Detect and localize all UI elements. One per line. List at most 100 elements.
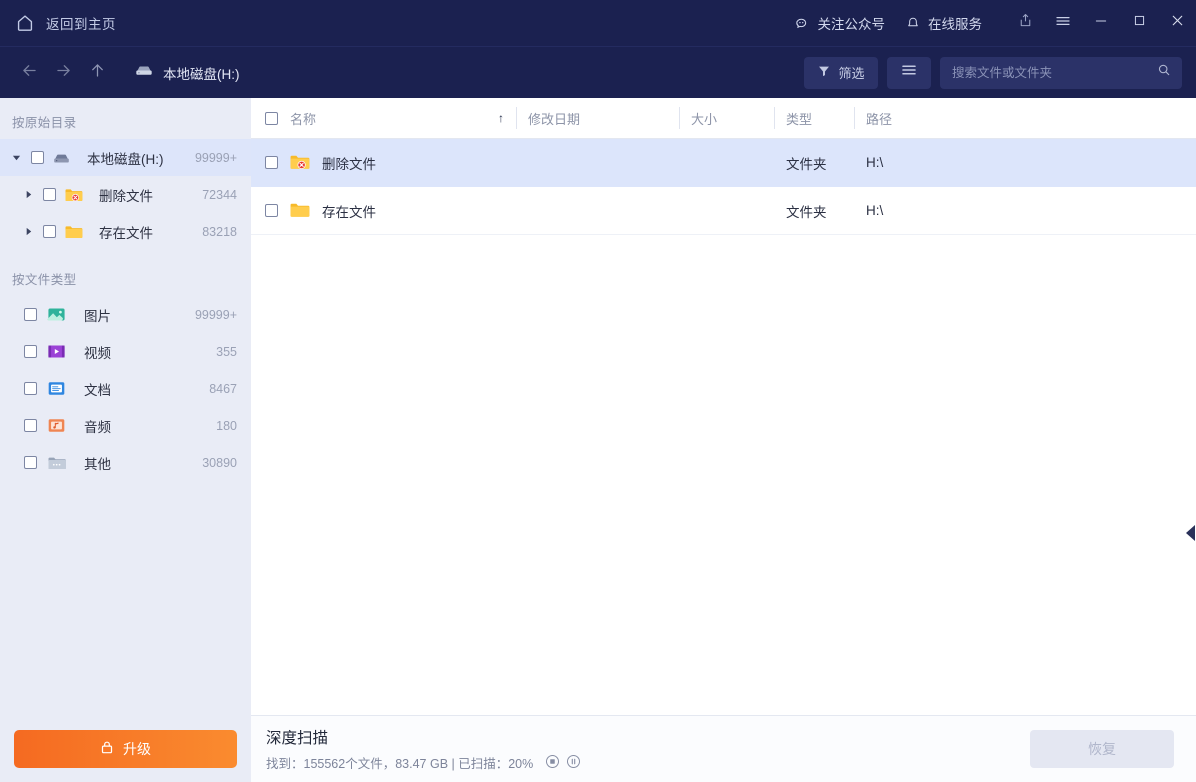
row-size-cell [679, 139, 774, 186]
folder-deleted-icon [63, 185, 83, 205]
body-area: 按原始目录 本地磁盘(H:) 99999+ 删除文件 72344 存在文件 83… [0, 98, 1196, 782]
sidebar-item-existing-files[interactable]: 存在文件 83218 [0, 213, 251, 250]
sidebar-item-label: 视频 [84, 345, 111, 361]
sidebar-checkbox-deleted-files[interactable] [43, 188, 56, 201]
navigation-arrows [0, 58, 112, 88]
scan-summary-row: 找到：155562个文件，83.47 GB | 已扫描：20% [266, 753, 581, 772]
sidebar-item-count: 8467 [209, 381, 237, 396]
arrow-left-icon [20, 61, 39, 85]
sidebar-checkbox-images[interactable] [24, 308, 37, 321]
sidebar-item-count: 355 [216, 344, 237, 359]
sidebar-item-count: 72344 [202, 187, 237, 202]
column-header-name-label: 名称 [290, 111, 317, 127]
sidebar-item-deleted-files[interactable]: 删除文件 72344 [0, 176, 251, 213]
column-header-name[interactable]: 名称 ↑ [251, 98, 516, 138]
up-button[interactable] [82, 58, 112, 88]
sidebar-item-label: 存在文件 [99, 225, 153, 241]
row-checkbox[interactable] [265, 156, 278, 169]
sidebar-checkbox-local-disk[interactable] [31, 151, 44, 164]
table-row[interactable]: 存在文件 文件夹 H:\ [251, 187, 1196, 235]
table-row[interactable]: 删除文件 文件夹 H:\ [251, 139, 1196, 187]
folder-icon [289, 200, 310, 222]
sidebar-item-videos[interactable]: 视频 355 [0, 333, 251, 370]
folder-icon [63, 222, 83, 242]
sidebar-item-other[interactable]: 其他 30890 [0, 444, 251, 481]
upgrade-label: 升级 [123, 741, 151, 757]
column-header-type[interactable]: 类型 [774, 98, 854, 138]
sidebar-item-images[interactable]: 图片 99999+ [0, 296, 251, 333]
upgrade-area: 升级 [0, 730, 251, 782]
upgrade-button[interactable]: 升级 [14, 730, 237, 768]
arrow-right-icon [54, 61, 73, 85]
minimize-button[interactable] [1082, 0, 1120, 46]
back-button[interactable] [14, 58, 44, 88]
sidebar-checkbox-videos[interactable] [24, 345, 37, 358]
folder-deleted-icon [289, 152, 310, 174]
restore-label: 恢复 [1088, 741, 1116, 757]
sidebar-item-count: 99999+ [194, 307, 237, 322]
follow-label: 关注公众号 [817, 17, 886, 32]
status-bar: 深度扫描 找到：155562个文件，83.47 GB | 已扫描：20% 恢复 [251, 715, 1196, 782]
filter-button[interactable]: 筛选 [804, 56, 878, 89]
restore-button[interactable]: 恢复 [1030, 730, 1174, 768]
sidebar-item-label: 本地磁盘(H:) [87, 151, 164, 167]
close-button[interactable] [1158, 0, 1196, 46]
row-name-label: 存在文件 [322, 204, 376, 220]
maximize-button[interactable] [1120, 0, 1158, 46]
pause-icon[interactable] [566, 754, 581, 772]
sidebar-item-label: 文档 [84, 382, 111, 398]
sidebar: 按原始目录 本地磁盘(H:) 99999+ 删除文件 72344 存在文件 83… [0, 98, 251, 782]
sidebar-checkbox-documents[interactable] [24, 382, 37, 395]
sidebar-checkbox-other[interactable] [24, 456, 37, 469]
sidebar-item-local-disk[interactable]: 本地磁盘(H:) 99999+ [0, 139, 251, 176]
minimize-icon [1093, 13, 1109, 34]
row-name-cell: 存在文件 [251, 187, 516, 234]
maximize-icon [1132, 13, 1147, 33]
view-mode-button[interactable] [887, 56, 931, 89]
search-icon[interactable] [1156, 62, 1172, 83]
select-all-checkbox[interactable] [265, 111, 278, 125]
column-header-date[interactable]: 修改日期 [516, 98, 679, 138]
panel-collapse-handle[interactable] [1184, 523, 1196, 547]
column-header-date-label: 修改日期 [528, 111, 581, 127]
main-menu-button[interactable] [1044, 0, 1082, 46]
filter-label: 筛选 [838, 66, 865, 81]
sidebar-item-label: 其他 [84, 456, 111, 472]
scan-status: 深度扫描 找到：155562个文件，83.47 GB | 已扫描：20% [266, 726, 581, 772]
sidebar-checkbox-audio[interactable] [24, 419, 37, 432]
chevron-right-icon[interactable] [20, 227, 36, 236]
table-header: 名称 ↑ 修改日期 大小 类型 路径 [251, 98, 1196, 139]
title-bar-actions: 关注公众号 在线服务 [784, 0, 1196, 46]
navigation-toolbar: 本地磁盘(H:) 筛选 [0, 46, 1196, 98]
follow-official-account-button[interactable]: 关注公众号 [784, 0, 896, 46]
sidebar-checkbox-existing-files[interactable] [43, 225, 56, 238]
share-button[interactable] [1006, 0, 1044, 46]
column-header-path[interactable]: 路径 [854, 98, 1196, 138]
column-header-size[interactable]: 大小 [679, 98, 774, 138]
sort-ascending-icon[interactable]: ↑ [498, 111, 504, 125]
scan-controls [545, 754, 581, 772]
lock-icon [100, 740, 114, 758]
home-button[interactable]: 返回到主页 [0, 12, 116, 34]
chevron-right-icon[interactable] [20, 190, 36, 199]
chevron-down-icon[interactable] [8, 153, 24, 162]
sidebar-item-audio[interactable]: 音频 180 [0, 407, 251, 444]
sidebar-item-documents[interactable]: 文档 8467 [0, 370, 251, 407]
forward-button[interactable] [48, 58, 78, 88]
home-icon [14, 12, 36, 34]
image-file-icon [46, 305, 66, 325]
application-window: 返回到主页 关注公众号 在线服务 本地磁盘(H:) 筛选 搜索文件或文件夹 按原… [0, 0, 1196, 782]
sidebar-scroll: 按原始目录 本地磁盘(H:) 99999+ 删除文件 72344 存在文件 83… [0, 98, 251, 730]
stop-icon[interactable] [545, 754, 560, 772]
scan-title: 深度扫描 [266, 730, 329, 747]
search-input[interactable] [952, 65, 1156, 80]
sidebar-item-label: 删除文件 [99, 188, 153, 204]
row-checkbox[interactable] [265, 204, 278, 217]
title-bar: 返回到主页 关注公众号 在线服务 [0, 0, 1196, 46]
row-date-cell [516, 139, 679, 186]
online-service-button[interactable]: 在线服务 [895, 0, 992, 46]
breadcrumb[interactable]: 本地磁盘(H:) [134, 62, 240, 83]
column-header-path-label: 路径 [866, 111, 893, 127]
close-icon [1169, 12, 1186, 34]
search-box[interactable] [940, 56, 1182, 89]
